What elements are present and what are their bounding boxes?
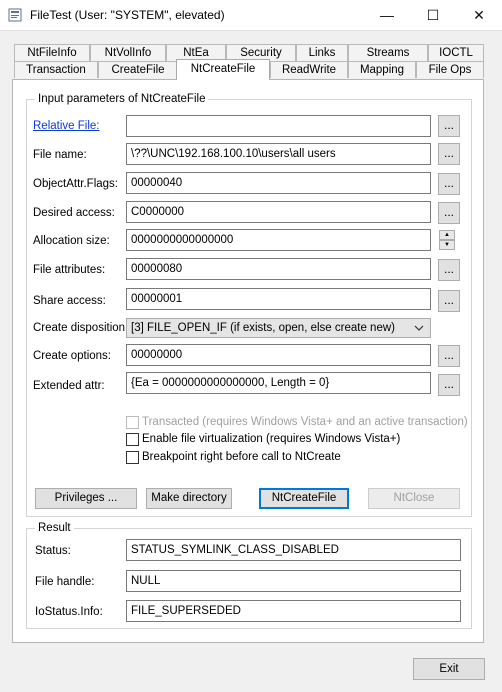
create-disposition-value: [3] FILE_OPEN_IF (if exists, open, else … (131, 322, 395, 334)
create-disposition-label: Create disposition: (33, 322, 129, 334)
relative-file-browse-button[interactable]: ... (438, 115, 460, 137)
tab-readwrite[interactable]: ReadWrite (270, 61, 348, 78)
close-icon[interactable]: ✕ (456, 0, 502, 30)
file-name-label: File name: (33, 149, 87, 161)
make-directory-button[interactable]: Make directory (146, 488, 232, 509)
exit-button[interactable]: Exit (413, 658, 485, 680)
tab-streams[interactable]: Streams (348, 44, 428, 61)
transacted-label: Transacted (requires Windows Vista+ and … (142, 416, 468, 428)
status-field: STATUS_SYMLINK_CLASS_DISABLED (126, 539, 461, 561)
breakpoint-checkbox[interactable] (126, 451, 139, 464)
minimize-icon[interactable]: — (364, 0, 410, 30)
relative-file-field[interactable] (126, 115, 431, 137)
extended-attr-browse-button[interactable]: ... (438, 374, 460, 396)
desired-access-browse-button[interactable]: ... (438, 202, 460, 224)
create-options-label: Create options: (33, 350, 111, 362)
create-disposition-select[interactable]: [3] FILE_OPEN_IF (if exists, open, else … (126, 318, 431, 338)
objattr-flags-browse-button[interactable]: ... (438, 173, 460, 195)
file-attributes-browse-button[interactable]: ... (438, 259, 460, 281)
file-name-field[interactable]: \??\UNC\192.168.100.10\users\all users (126, 143, 431, 165)
spin-down-icon[interactable]: ▼ (439, 240, 455, 250)
maximize-icon[interactable]: ☐ (410, 0, 456, 30)
tab-ntvolinfo[interactable]: NtVolInfo (90, 44, 166, 61)
tab-ntcreatefile[interactable]: NtCreateFile (176, 59, 270, 80)
extended-attr-label: Extended attr: (33, 380, 105, 392)
objattr-flags-field[interactable]: 00000040 (126, 172, 431, 194)
file-virtualization-checkbox[interactable] (126, 433, 139, 446)
status-label: Status: (35, 545, 71, 557)
objattr-flags-label: ObjectAttr.Flags: (33, 178, 119, 190)
app-icon (8, 8, 22, 22)
tab-file-ops[interactable]: File Ops (416, 61, 484, 78)
file-handle-label: File handle: (35, 576, 95, 588)
iostatus-info-field: FILE_SUPERSEDED (126, 600, 461, 622)
tab-ioctl[interactable]: IOCTL (428, 44, 484, 61)
ntclose-button[interactable]: NtClose (368, 488, 460, 509)
spin-up-icon[interactable]: ▲ (439, 230, 455, 240)
iostatus-info-label: IoStatus.Info: (35, 606, 103, 618)
file-attributes-label: File attributes: (33, 264, 106, 276)
create-options-field[interactable]: 00000000 (126, 344, 431, 366)
desired-access-label: Desired access: (33, 207, 115, 219)
extended-attr-field[interactable]: {Ea = 0000000000000000, Length = 0} (126, 372, 431, 394)
allocation-size-label: Allocation size: (33, 235, 110, 247)
file-attributes-field[interactable]: 00000080 (126, 258, 431, 280)
ntcreatefile-button[interactable]: NtCreateFile (259, 488, 349, 509)
file-virtualization-label: Enable file virtualization (requires Win… (142, 433, 401, 445)
title-bar: FileTest (User: "SYSTEM", elevated) — ☐ … (0, 0, 502, 31)
input-group-title: Input parameters of NtCreateFile (35, 93, 209, 105)
share-access-browse-button[interactable]: ... (438, 290, 460, 312)
tab-links[interactable]: Links (296, 44, 348, 61)
tab-ntfileinfo[interactable]: NtFileInfo (14, 44, 90, 61)
create-options-browse-button[interactable]: ... (438, 345, 460, 367)
share-access-field[interactable]: 00000001 (126, 288, 431, 310)
relative-file-link[interactable]: Relative File: (33, 120, 99, 132)
allocation-size-field[interactable]: 0000000000000000 (126, 229, 431, 251)
breakpoint-label: Breakpoint right before call to NtCreate (142, 451, 341, 463)
privileges-button[interactable]: Privileges ... (35, 488, 137, 509)
tab-transaction[interactable]: Transaction (14, 61, 98, 78)
tab-createfile[interactable]: CreateFile (98, 61, 178, 78)
tab-mapping[interactable]: Mapping (348, 61, 416, 78)
result-group-title: Result (35, 522, 74, 534)
chevron-down-icon (414, 325, 424, 331)
file-handle-field: NULL (126, 570, 461, 592)
share-access-label: Share access: (33, 295, 106, 307)
file-name-browse-button[interactable]: ... (438, 143, 460, 165)
transacted-checkbox[interactable] (126, 416, 139, 429)
window-title: FileTest (User: "SYSTEM", elevated) (30, 8, 225, 22)
desired-access-field[interactable]: C0000000 (126, 201, 431, 223)
